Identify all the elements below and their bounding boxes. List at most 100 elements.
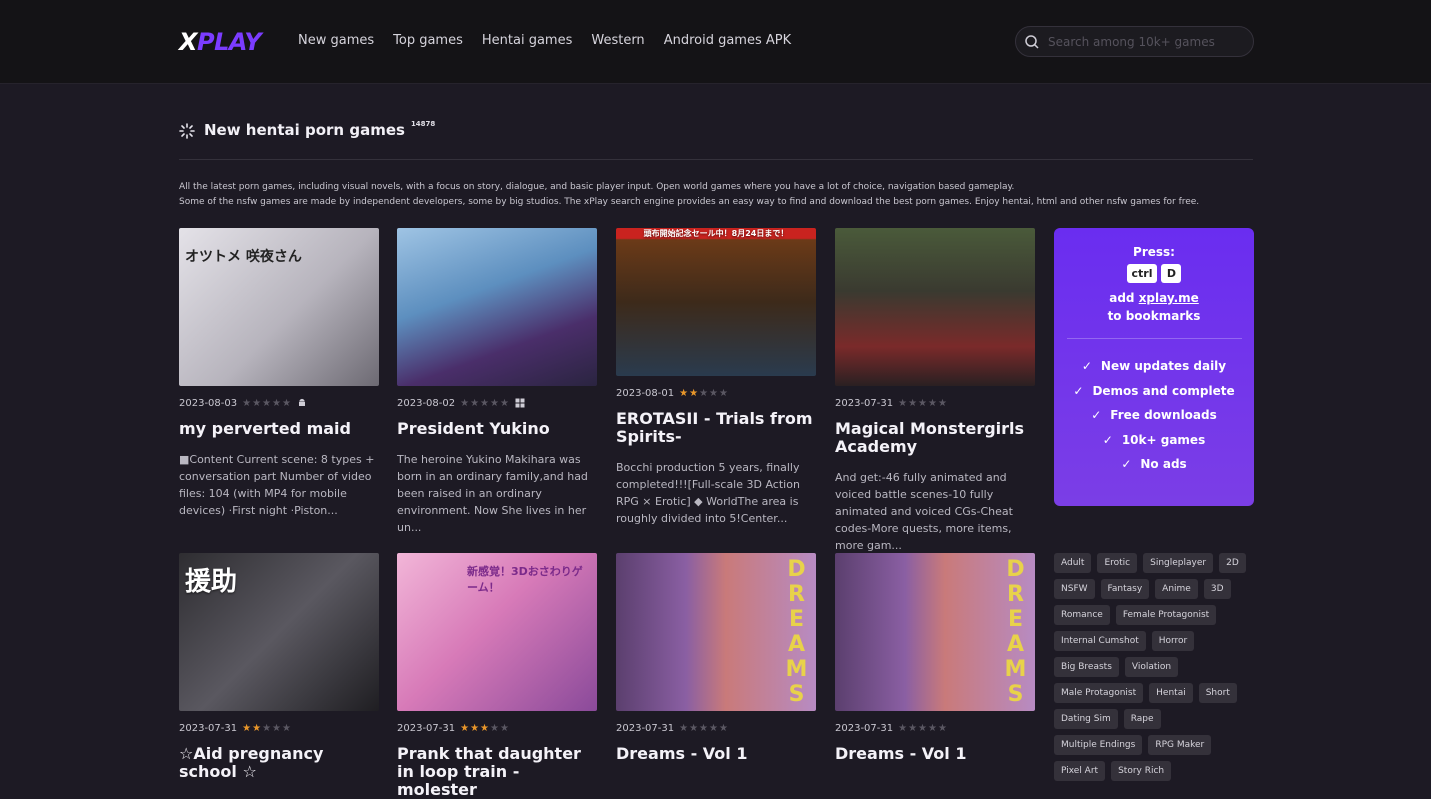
game-title[interactable]: President Yukino bbox=[397, 420, 597, 438]
thumbnail-caption: DREAMS bbox=[784, 557, 809, 707]
android-icon bbox=[298, 398, 305, 406]
tag-link[interactable]: Rape bbox=[1123, 709, 1161, 729]
tag-link[interactable]: Adult bbox=[1054, 553, 1092, 573]
game-title[interactable]: my perverted maid bbox=[179, 420, 379, 438]
game-title[interactable]: Prank that daughter in loop train - mole… bbox=[397, 745, 597, 799]
release-date: 2023-08-03 bbox=[179, 397, 238, 409]
rating-stars: ★★★★★ bbox=[679, 387, 729, 399]
game-card[interactable]: DREAMS 2023-07-31 ★★★★★ Dreams - Vol 1 bbox=[616, 553, 816, 763]
game-meta: 2023-08-01 ★★★★★ bbox=[616, 386, 816, 400]
tag-link[interactable]: 3D bbox=[1203, 579, 1231, 599]
page-title: New hentai porn games bbox=[204, 121, 405, 139]
game-thumbnail[interactable]: オツトメ 咲夜さん bbox=[179, 228, 379, 386]
tag-link[interactable]: Romance bbox=[1054, 605, 1110, 625]
nav-western[interactable]: Western bbox=[591, 33, 644, 48]
game-meta: 2023-07-31 ★★★★★ bbox=[835, 721, 1035, 735]
game-description: Bocchi production 5 years, finally compl… bbox=[616, 461, 800, 525]
tag-link[interactable]: Short bbox=[1198, 683, 1237, 703]
tag-link[interactable]: Multiple Endings bbox=[1054, 735, 1143, 755]
release-date: 2023-08-02 bbox=[397, 397, 456, 409]
windows-icon bbox=[515, 398, 525, 408]
tag-cloud: Adult Erotic Singleplayer 2D NSFW Fantas… bbox=[1054, 553, 1254, 781]
check-icon: ✓ bbox=[1073, 383, 1084, 398]
game-card[interactable]: 援助 2023-07-31 ★★★★★ ☆Aid pregnancy schoo… bbox=[179, 553, 379, 781]
nav-hentai-games[interactable]: Hentai games bbox=[482, 33, 572, 48]
promo-feature: ✓ Demos and complete bbox=[1073, 383, 1235, 398]
promo-press-label: Press: bbox=[1133, 245, 1175, 259]
promo-add: add bbox=[1109, 291, 1135, 305]
nav-android-games[interactable]: Android games APK bbox=[664, 33, 791, 48]
game-title[interactable]: Magical Monstergirls Academy bbox=[835, 420, 1035, 456]
tag-link[interactable]: Horror bbox=[1151, 631, 1195, 651]
game-card[interactable]: 新感覚！3Dおさわりゲーム！ 2023-07-31 ★★★★★ Prank th… bbox=[397, 553, 597, 799]
release-date: 2023-07-31 bbox=[616, 722, 675, 734]
tag-link[interactable]: Anime bbox=[1155, 579, 1198, 599]
game-thumbnail[interactable] bbox=[397, 228, 597, 386]
promo-site-link[interactable]: xplay.me bbox=[1139, 291, 1199, 305]
game-card[interactable]: 2023-07-31 ★★★★★ Magical Monstergirls Ac… bbox=[835, 228, 1035, 554]
tag-link[interactable]: Pixel Art bbox=[1054, 761, 1106, 781]
release-date: 2023-08-01 bbox=[616, 387, 675, 399]
logo-rest: PLAY bbox=[197, 28, 262, 56]
tag-link[interactable]: Dating Sim bbox=[1054, 709, 1118, 729]
game-title[interactable]: Dreams - Vol 1 bbox=[616, 745, 816, 763]
tag-link[interactable]: 2D bbox=[1219, 553, 1246, 573]
game-title[interactable]: Dreams - Vol 1 bbox=[835, 745, 1035, 763]
game-card[interactable]: 頭布開始記念セール中！8月24日まで！ 2023-08-01 ★★★★★ ERO… bbox=[616, 228, 816, 527]
game-meta: 2023-08-03 ★★★★★ bbox=[179, 396, 379, 410]
promo-features: ✓ New updates daily ✓ Demos and complete ✓… bbox=[1054, 354, 1254, 477]
game-thumbnail[interactable]: DREAMS bbox=[616, 553, 816, 711]
game-description: The heroine Yukino Makihara was born in … bbox=[397, 453, 588, 534]
search-icon bbox=[1025, 35, 1039, 49]
intro-line-1: All the latest porn games, including vis… bbox=[179, 182, 1015, 192]
thumbnail-caption: オツトメ 咲夜さん bbox=[185, 249, 302, 265]
rating-stars: ★★★★★ bbox=[242, 722, 292, 734]
section-heading: New hentai porn games 14878 bbox=[179, 120, 435, 139]
key-d: D bbox=[1161, 264, 1182, 283]
release-date: 2023-07-31 bbox=[835, 397, 894, 409]
tag-link[interactable]: NSFW bbox=[1054, 579, 1095, 599]
tag-link[interactable]: Erotic bbox=[1097, 553, 1138, 573]
game-thumbnail[interactable] bbox=[835, 228, 1035, 386]
game-thumbnail[interactable]: 援助 bbox=[179, 553, 379, 711]
game-meta: 2023-07-31 ★★★★★ bbox=[179, 721, 379, 735]
thumbnail-caption: 援助 bbox=[185, 567, 238, 597]
game-meta: 2023-07-31 ★★★★★ bbox=[835, 396, 1035, 410]
tag-link[interactable]: Female Protagonist bbox=[1115, 605, 1217, 625]
promo-feature: ✓ Free downloads bbox=[1091, 408, 1217, 422]
tag-link[interactable]: Singleplayer bbox=[1143, 553, 1214, 573]
tag-link[interactable]: Violation bbox=[1124, 657, 1179, 677]
game-card[interactable]: オツトメ 咲夜さん 2023-08-03 ★★★★★ my perverted … bbox=[179, 228, 379, 519]
game-meta: 2023-07-31 ★★★★★ bbox=[616, 721, 816, 735]
game-title[interactable]: EROTASII - Trials from Spirits- bbox=[616, 410, 816, 446]
rating-stars: ★★★★★ bbox=[460, 722, 510, 734]
game-card[interactable]: DREAMS 2023-07-31 ★★★★★ Dreams - Vol 1 bbox=[835, 553, 1035, 763]
promo-feature: ✓ New updates daily bbox=[1081, 359, 1227, 373]
game-thumbnail[interactable]: 新感覚！3Dおさわりゲーム！ bbox=[397, 553, 597, 711]
tag-link[interactable]: Male Protagonist bbox=[1054, 683, 1144, 703]
game-thumbnail[interactable]: 頭布開始記念セール中！8月24日まで！ bbox=[616, 228, 816, 376]
site-logo[interactable]: XPLAY bbox=[179, 28, 262, 56]
tag-link[interactable]: Hentai bbox=[1149, 683, 1193, 703]
search-box[interactable] bbox=[1015, 26, 1254, 57]
nav-top-games[interactable]: Top games bbox=[393, 33, 463, 48]
tag-link[interactable]: Internal Cumshot bbox=[1054, 631, 1146, 651]
game-description: And get:-46 fully animated and voiced ba… bbox=[835, 471, 1013, 552]
check-icon: ✓ bbox=[1091, 408, 1102, 422]
rating-stars: ★★★★★ bbox=[898, 722, 948, 734]
promo-feature: ✓ No ads bbox=[1121, 457, 1187, 471]
search-input[interactable] bbox=[1048, 31, 1244, 53]
release-date: 2023-07-31 bbox=[397, 722, 456, 734]
bookmark-promo: Press: ctrl D add xplay.me to bookmarks … bbox=[1054, 228, 1254, 506]
game-thumbnail[interactable]: DREAMS bbox=[835, 553, 1035, 711]
rating-stars: ★★★★★ bbox=[242, 397, 292, 409]
game-title[interactable]: ☆Aid pregnancy school ☆ bbox=[179, 745, 379, 781]
tag-link[interactable]: Big Breasts bbox=[1054, 657, 1119, 677]
tag-link[interactable]: Story Rich bbox=[1111, 761, 1172, 781]
tag-link[interactable]: Fantasy bbox=[1100, 579, 1150, 599]
section-intro: All the latest porn games, including vis… bbox=[179, 180, 1259, 210]
tag-link[interactable]: RPG Maker bbox=[1148, 735, 1212, 755]
game-card[interactable]: 2023-08-02 ★★★★★ President Yukino The he… bbox=[397, 228, 597, 536]
nav-new-games[interactable]: New games bbox=[298, 33, 374, 48]
loading-spinner-icon bbox=[179, 123, 195, 139]
